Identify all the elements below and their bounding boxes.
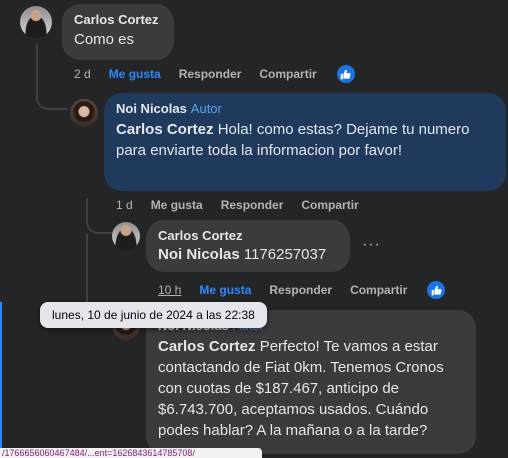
comment-body: 1176257037 [239,246,327,263]
comment-text: Noi Nicolas 1176257037 [158,244,338,265]
share-button[interactable]: Compartir [301,198,358,212]
author-badge: Autor [190,101,222,116]
comment-bubble: Noi Nicolas Autor Carlos Cortez Hola! com… [104,93,506,191]
share-button[interactable]: Compartir [350,283,407,297]
comment-actions: 2 d Me gusta Responder Compartir [74,65,373,83]
like-button[interactable]: Me gusta [151,198,203,212]
status-url: /1766656060467484/...ent=162684361478570… [0,448,262,458]
thread-line [86,198,112,234]
timestamp[interactable]: 1 d [116,198,133,212]
comment-actions: 1 d Me gusta Responder Compartir [116,198,377,212]
like-button[interactable]: Me gusta [199,283,251,297]
avatar[interactable] [112,222,140,250]
mention-link[interactable]: Carlos Cortez [116,121,214,138]
comment-author[interactable]: Noi Nicolas [116,101,187,116]
reply-button[interactable]: Responder [221,198,284,212]
comment-actions: 10 h Me gusta Responder Compartir [158,281,463,299]
comment-bubble: Carlos Cortez Noi Nicolas 1176257037 [146,220,350,272]
thread-line [36,44,68,110]
comment-text: Carlos Cortez Perfecto! Te vamos a estar… [158,336,464,441]
more-options-icon[interactable]: ··· [362,236,381,254]
timestamp-tooltip: lunes, 10 de junio de 2024 a las 22:38 [40,302,267,328]
comment-thread: Carlos Cortez Como es 2 d Me gusta Respo… [0,0,508,458]
like-button[interactable]: Me gusta [109,67,161,81]
mention-link[interactable]: Noi Nicolas [158,246,240,263]
avatar[interactable] [70,99,98,127]
reply-button[interactable]: Responder [269,283,332,297]
mention-link[interactable]: Carlos Cortez [158,338,256,355]
reply-button[interactable]: Responder [179,67,242,81]
comment-bubble: Carlos Cortez Como es [62,4,174,60]
focus-indicator [0,302,2,452]
comment-author[interactable]: Carlos Cortez [74,12,162,27]
comment-bubble: Noi NicolasAutor Carlos Cortez Perfecto!… [146,310,476,454]
like-reaction-icon[interactable] [427,281,446,299]
comment-author[interactable]: Carlos Cortez [158,228,338,243]
timestamp[interactable]: 10 h [158,283,181,297]
comment-text: Carlos Cortez Hola! como estas? Dejame t… [116,119,494,161]
like-reaction-icon[interactable] [336,65,355,83]
timestamp[interactable]: 2 d [74,67,91,81]
share-button[interactable]: Compartir [259,67,316,81]
comment-text: Como es [74,31,135,48]
comment-author-line: Noi NicolasAutor [116,101,494,116]
avatar[interactable] [20,6,52,38]
